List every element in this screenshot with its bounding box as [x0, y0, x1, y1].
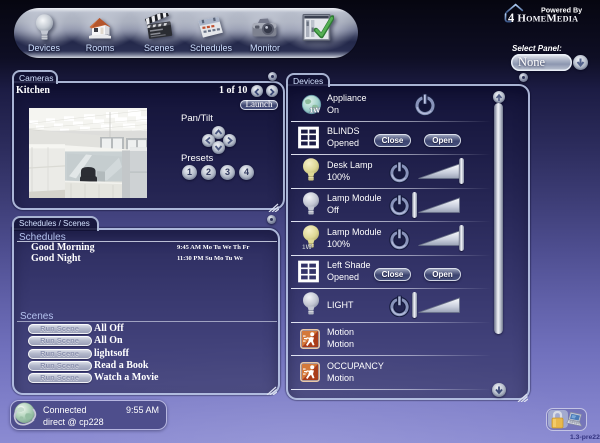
svg-text:Powered By: Powered By	[541, 5, 582, 14]
svg-text:1W: 1W	[302, 244, 313, 250]
svg-text:1W: 1W	[310, 108, 321, 115]
svg-text:4: 4	[508, 11, 515, 25]
